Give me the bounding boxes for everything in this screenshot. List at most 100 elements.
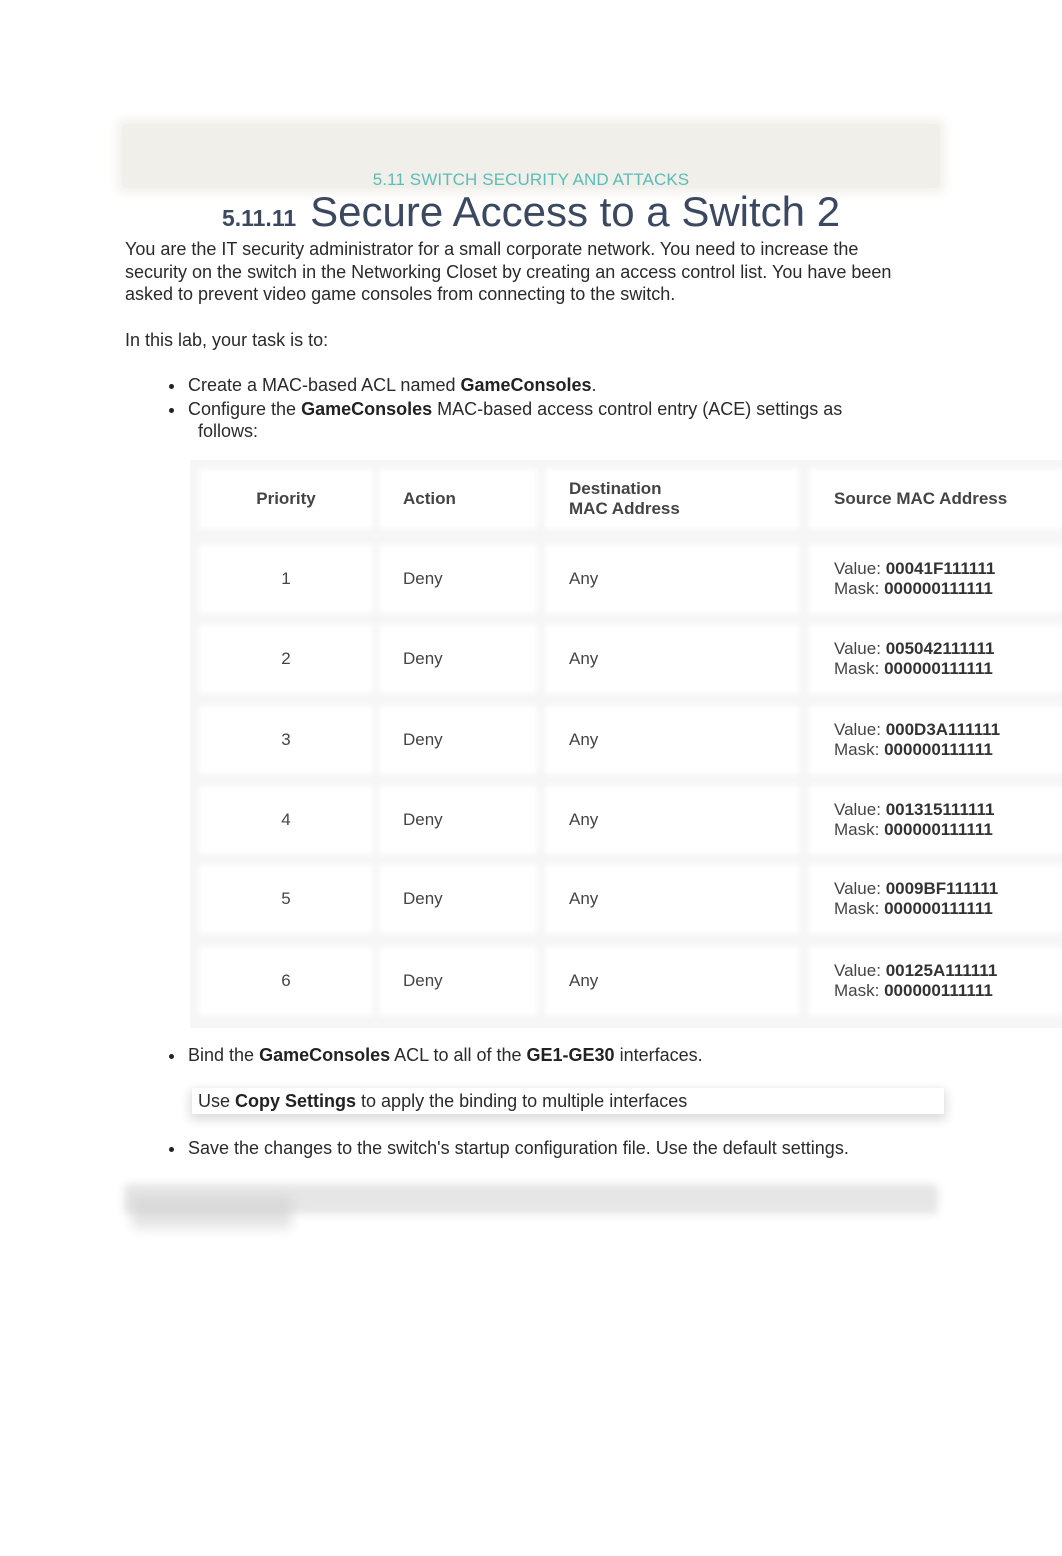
action-value: Deny xyxy=(403,810,443,829)
mac-value: 0009BF111111 xyxy=(885,879,999,898)
destination-value: Any xyxy=(569,889,599,908)
cell-priority: 6 xyxy=(202,950,370,1012)
action-value: Deny xyxy=(403,649,443,668)
mac-value: 001315111111 xyxy=(885,800,995,819)
mask-label: Mask: xyxy=(834,659,880,678)
cell-source-mac: Value: 005042111111 Mask: 000000111111 xyxy=(812,628,1062,690)
cell-priority: 5 xyxy=(202,868,370,930)
source-mac-mask-line: Mask: 000000111111 xyxy=(834,820,994,840)
cell-action: Deny xyxy=(382,628,534,690)
header-source-label: Source MAC Address xyxy=(834,489,1008,508)
blurred-footer-text xyxy=(132,1196,292,1228)
priority-value: 6 xyxy=(281,971,291,990)
destination-value: Any xyxy=(569,569,599,588)
priority-value: 4 xyxy=(281,810,291,829)
cell-source-mac: Value: 001315111111 Mask: 000000111111 xyxy=(812,789,1062,851)
value-label: Value: xyxy=(834,559,881,578)
value-label: Value: xyxy=(834,720,881,739)
cell-priority: 2 xyxy=(202,628,370,690)
source-mac-value-line: Value: 001315111111 xyxy=(834,800,994,820)
source-mac-value-line: Value: 00041F111111 xyxy=(834,559,995,579)
source-mac-mask-line: Mask: 000000111111 xyxy=(834,659,994,679)
task-text: Configure the xyxy=(188,399,302,419)
value-label: Value: xyxy=(834,800,881,819)
destination-value: Any xyxy=(569,730,599,749)
cell-destination: Any xyxy=(548,628,796,690)
source-mac-block: Value: 001315111111 Mask: 000000111111 xyxy=(834,800,994,840)
acl-name: GameConsoles xyxy=(301,399,433,419)
header-priority-label: Priority xyxy=(256,489,316,508)
tip-copy-settings: Copy Settings xyxy=(235,1091,357,1111)
header-action-label: Action xyxy=(403,489,456,508)
task-text: Bind the xyxy=(188,1045,260,1065)
interface-range: GE1-GE30 xyxy=(526,1045,615,1065)
value-label: Value: xyxy=(834,961,881,980)
task-text: MAC-based access control entry (ACE) set… xyxy=(432,399,843,419)
mac-value: 005042111111 xyxy=(885,639,995,658)
cell-action: Deny xyxy=(382,789,534,851)
action-value: Deny xyxy=(403,889,443,908)
source-mac-value-line: Value: 005042111111 xyxy=(834,639,994,659)
source-mac-block: Value: 00125A111111 Mask: 000000111111 xyxy=(834,961,997,1001)
task-bind-acl: Bind the GameConsoles ACL to all of the … xyxy=(169,1044,703,1066)
task-text-continued: follows: xyxy=(198,421,259,441)
action-value: Deny xyxy=(403,730,443,749)
header-action: Action xyxy=(382,472,534,526)
mac-mask: 000000111111 xyxy=(884,740,993,759)
source-mac-value-line: Value: 0009BF111111 xyxy=(834,879,998,899)
ace-settings-table: Priority Action Destination MAC Address … xyxy=(190,460,1062,1028)
acl-name: GameConsoles xyxy=(460,375,592,395)
source-mac-mask-line: Mask: 000000111111 xyxy=(834,740,1000,760)
mac-mask: 000000111111 xyxy=(884,899,993,918)
mask-label: Mask: xyxy=(834,899,880,918)
lab-title: Secure Access to a Switch 2 xyxy=(310,188,841,235)
tip-text: Use xyxy=(198,1091,236,1111)
cell-destination: Any xyxy=(548,709,796,771)
cell-action: Deny xyxy=(382,950,534,1012)
cell-source-mac: Value: 00041F111111 Mask: 000000111111 xyxy=(812,548,1062,610)
value-label: Value: xyxy=(834,639,881,658)
source-mac-block: Value: 0009BF111111 Mask: 000000111111 xyxy=(834,879,998,919)
cell-priority: 3 xyxy=(202,709,370,771)
mac-value: 000D3A111111 xyxy=(885,720,1001,739)
lab-number: 5.11.11 xyxy=(221,205,297,231)
task-text: ACL to all of the xyxy=(390,1045,527,1065)
header-destination-mac: Destination MAC Address xyxy=(548,472,796,526)
page-title: 5.11.11 Secure Access to a Switch 2 xyxy=(0,188,1062,236)
cell-destination: Any xyxy=(548,548,796,610)
cell-source-mac: Value: 00125A111111 Mask: 000000111111 xyxy=(812,950,1062,1012)
task-text: Create a MAC-based ACL named xyxy=(188,375,461,395)
cell-priority: 4 xyxy=(202,789,370,851)
action-value: Deny xyxy=(403,971,443,990)
priority-value: 1 xyxy=(281,569,291,588)
acl-name: GameConsoles xyxy=(259,1045,391,1065)
intro-paragraph: You are the IT security administrator fo… xyxy=(125,239,892,304)
source-mac-value-line: Value: 000D3A111111 xyxy=(834,720,1000,740)
mac-mask: 000000111111 xyxy=(884,659,993,678)
priority-value: 5 xyxy=(281,889,291,908)
task-configure-ace: Configure the GameConsoles MAC-based acc… xyxy=(169,398,908,442)
mac-value: 00125A111111 xyxy=(885,961,998,980)
cell-source-mac: Value: 000D3A111111 Mask: 000000111111 xyxy=(812,709,1062,771)
cell-destination: Any xyxy=(548,868,796,930)
task-text: . xyxy=(591,375,597,395)
header-destination-label-1: Destination xyxy=(569,479,662,498)
mask-label: Mask: xyxy=(834,579,880,598)
mac-value: 00041F111111 xyxy=(885,559,996,578)
destination-value: Any xyxy=(569,971,599,990)
mac-mask: 000000111111 xyxy=(884,820,993,839)
section-label: 5.11 SWITCH SECURITY AND ATTACKS xyxy=(372,170,690,189)
source-mac-block: Value: 005042111111 Mask: 000000111111 xyxy=(834,639,994,679)
task-lead: In this lab, your task is to: xyxy=(125,330,329,350)
task-save-config: Save the changes to the switch's startup… xyxy=(169,1138,849,1158)
source-mac-mask-line: Mask: 000000111111 xyxy=(834,981,997,1001)
action-value: Deny xyxy=(403,569,443,588)
mask-label: Mask: xyxy=(834,740,880,759)
task-create-acl: Create a MAC-based ACL named GameConsole… xyxy=(169,374,597,396)
destination-value: Any xyxy=(569,649,599,668)
cell-priority: 1 xyxy=(202,548,370,610)
tip-box: Use Copy Settings to apply the binding t… xyxy=(192,1088,944,1114)
mac-mask: 000000111111 xyxy=(884,579,993,598)
cell-action: Deny xyxy=(382,548,534,610)
source-mac-value-line: Value: 00125A111111 xyxy=(834,961,997,981)
